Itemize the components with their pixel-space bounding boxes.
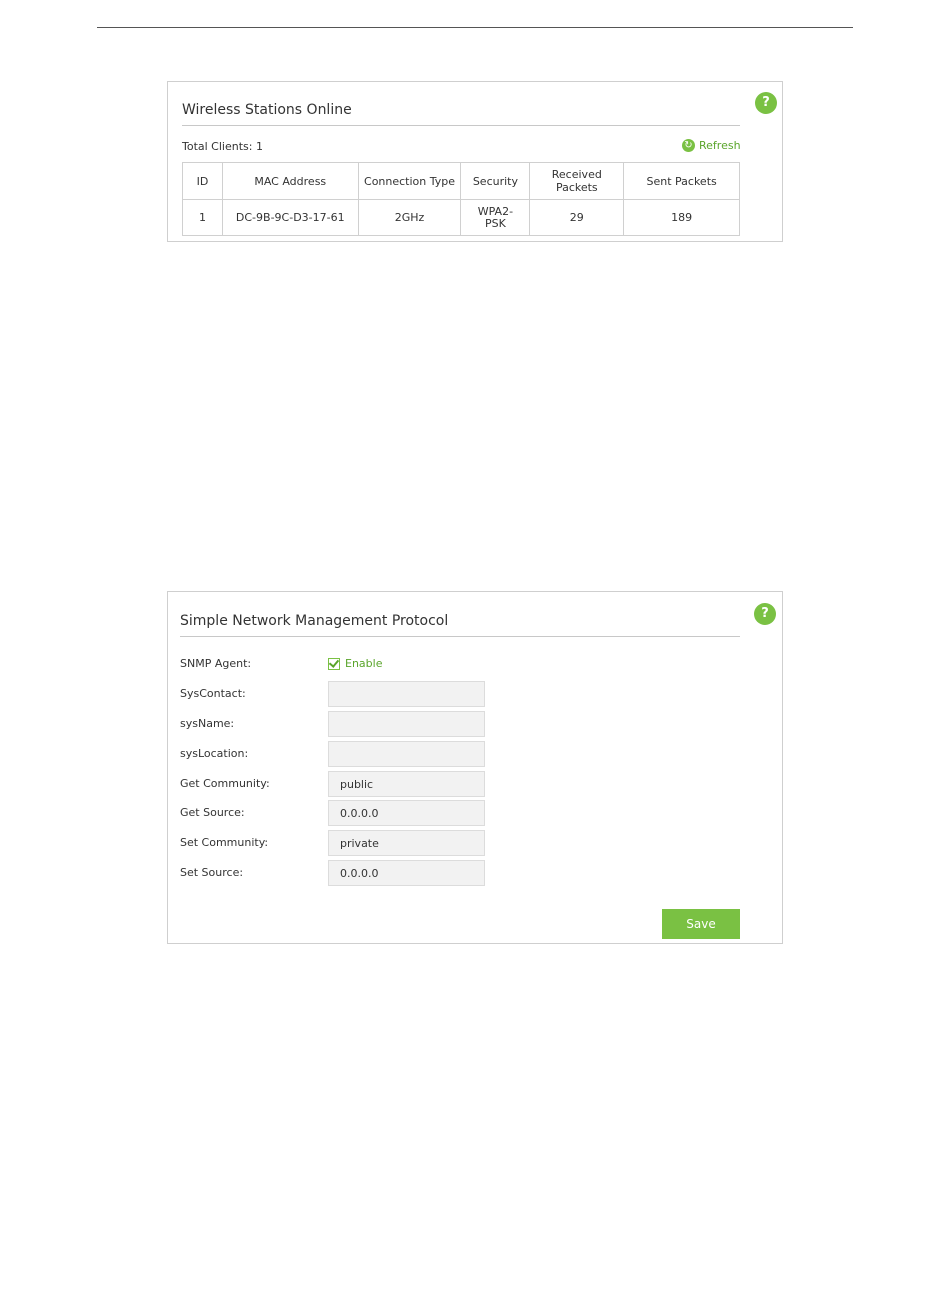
sysname-label: sysName: — [180, 717, 235, 730]
sysname-row: sysName: — [180, 711, 740, 737]
snmp-panel: Simple Network Management Protocol ? SNM… — [167, 591, 783, 944]
cell-mac-address: DC-9B-9C-D3-17-61 — [221, 199, 359, 236]
syscontact-row: SysContact: — [180, 681, 740, 707]
syslocation-label: sysLocation: — [180, 747, 249, 760]
checkbox-checked-icon — [328, 657, 340, 670]
column-header-received-packets: Received Packets — [529, 162, 625, 200]
get-source-label: Get Source: — [180, 806, 245, 819]
column-header-mac-address: MAC Address — [221, 162, 359, 200]
refresh-button[interactable]: ↻ Refresh — [682, 139, 741, 152]
snmp-agent-row: SNMP Agent: Enable — [180, 653, 740, 679]
wireless-panel-title: Wireless Stations Online — [182, 102, 352, 118]
refresh-label: Refresh — [699, 139, 741, 152]
wireless-stations-panel: Wireless Stations Online ? Total Clients… — [167, 81, 783, 242]
get-source-input[interactable] — [328, 800, 485, 826]
save-button[interactable]: Save — [662, 909, 740, 939]
help-icon[interactable]: ? — [755, 92, 777, 114]
set-source-input[interactable] — [328, 860, 485, 886]
column-header-sent-packets: Sent Packets — [623, 162, 740, 200]
total-clients-label: Total Clients: 1 — [182, 140, 263, 153]
refresh-icon: ↻ — [682, 139, 695, 152]
syslocation-row: sysLocation: — [180, 741, 740, 767]
snmp-title-divider — [180, 636, 740, 637]
get-community-input[interactable] — [328, 771, 485, 797]
sysname-input[interactable] — [328, 711, 485, 737]
snmp-agent-enable-label: Enable — [345, 657, 383, 670]
help-icon[interactable]: ? — [754, 603, 776, 625]
clients-table: ID MAC Address Connection Type Security … — [182, 162, 740, 236]
syslocation-input[interactable] — [328, 741, 485, 767]
column-header-security: Security — [460, 162, 531, 200]
set-community-input[interactable] — [328, 830, 485, 856]
table-row: 1 DC-9B-9C-D3-17-61 2GHz WPA2- PSK 29 18… — [182, 199, 740, 236]
cell-id: 1 — [182, 199, 223, 236]
page-top-rule — [97, 27, 853, 28]
set-community-label: Set Community: — [180, 836, 269, 849]
get-source-row: Get Source: — [180, 800, 740, 826]
table-header-row: ID MAC Address Connection Type Security … — [182, 162, 740, 200]
cell-security: WPA2- PSK — [460, 199, 531, 236]
column-header-connection-type: Connection Type — [357, 162, 462, 200]
snmp-panel-title: Simple Network Management Protocol — [180, 613, 449, 629]
cell-sent-packets: 189 — [623, 199, 740, 236]
set-community-row: Set Community: — [180, 830, 740, 856]
set-source-row: Set Source: — [180, 860, 740, 886]
wireless-title-divider — [182, 125, 740, 126]
syscontact-label: SysContact: — [180, 687, 246, 700]
cell-connection-type: 2GHz — [357, 199, 462, 236]
syscontact-input[interactable] — [328, 681, 485, 707]
cell-received-packets: 29 — [529, 199, 625, 236]
set-source-label: Set Source: — [180, 866, 244, 879]
get-community-label: Get Community: — [180, 777, 270, 790]
snmp-agent-enable-checkbox[interactable]: Enable — [328, 657, 382, 670]
column-header-id: ID — [182, 162, 223, 200]
snmp-agent-label: SNMP Agent: — [180, 657, 252, 670]
get-community-row: Get Community: — [180, 771, 740, 797]
